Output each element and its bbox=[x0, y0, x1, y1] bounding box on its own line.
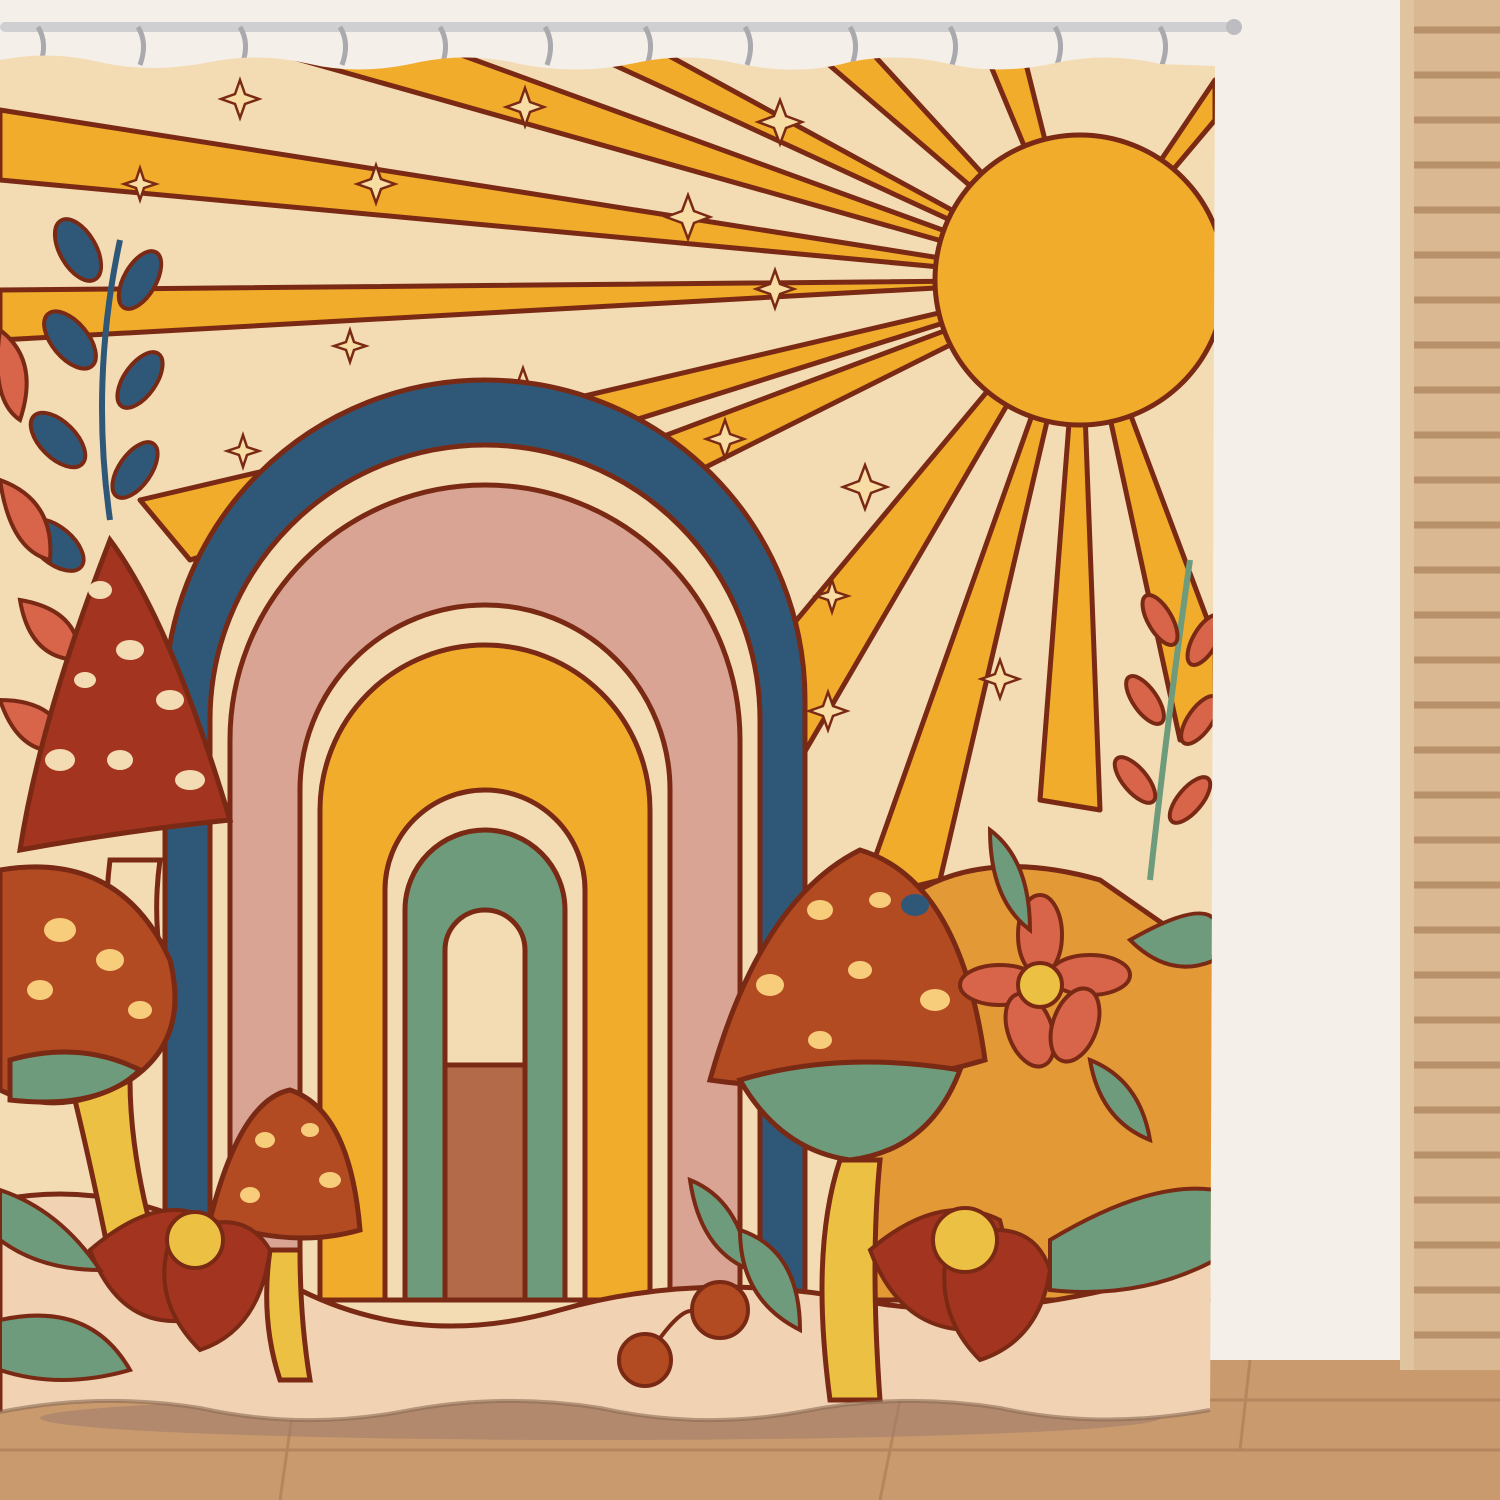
bathroom-scene bbox=[0, 0, 1500, 1500]
sun bbox=[932, 132, 1215, 428]
window-blinds bbox=[1400, 0, 1500, 1370]
shower-curtain bbox=[0, 55, 1215, 1421]
